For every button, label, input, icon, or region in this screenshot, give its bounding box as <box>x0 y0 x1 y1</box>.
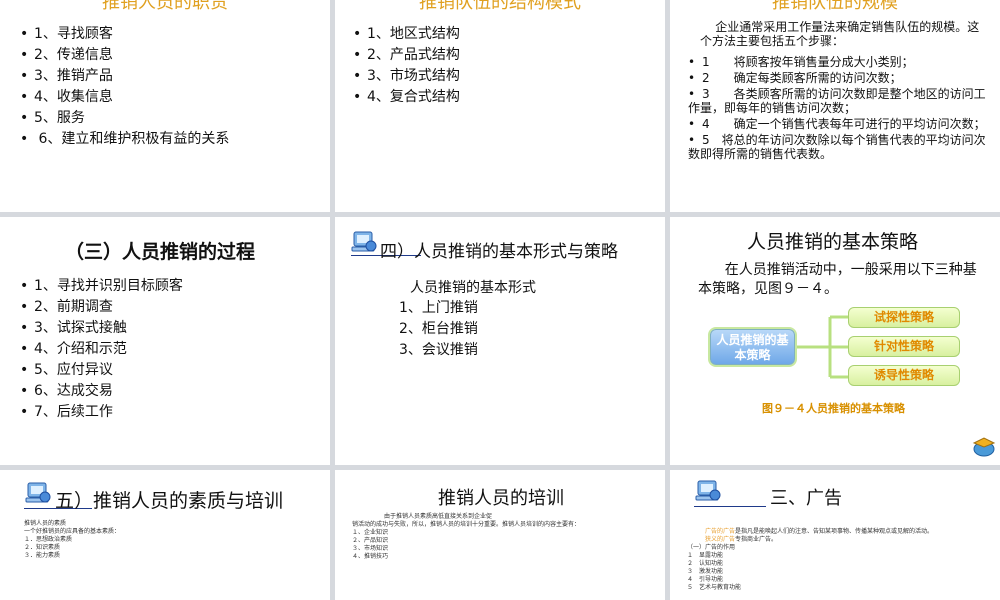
list-item: 3、会议推销 <box>399 342 478 358</box>
slide-title: 推销人员的培训 <box>438 488 564 509</box>
list-item: • 3、市场式结构 <box>353 68 460 84</box>
forms-list: 1、上门推销 2、柜台推销 3、会议推销 <box>399 298 478 361</box>
list-item: • 3、推销产品 <box>20 68 113 84</box>
list-item: 1、上门推销 <box>399 300 478 316</box>
list-item: • 6、建立和维护积极有益的关系 <box>20 131 230 147</box>
list-item: • 6、达成交易 <box>20 383 113 399</box>
slide-selling-forms[interactable]: 四）人员推销的基本形式与策略 人员推销的基本形式 1、上门推销 2、柜台推销 3… <box>335 217 665 465</box>
strategy-option-box: 诱导性策略 <box>848 365 960 386</box>
slide-training[interactable]: 推销人员的培训 由于推销人员素质高低直接关系到企业促 销活动的成功与失败，所以，… <box>335 470 665 600</box>
process-list: • 1、寻找并识别目标顾客 • 2、前期调查 • 3、试探式接触 • 4、介绍和示范 •… <box>20 276 183 423</box>
slide-title: 三、广告 <box>770 488 842 509</box>
body-text: 广告的广告是指凡是能唤起人们的注意、告知某项事物、传播某种观点或见解的活动。 狭… <box>687 528 934 591</box>
list-item: • 4、复合式结构 <box>353 89 460 105</box>
computer-globe-icon <box>351 231 377 252</box>
list-item: • 5、应付异议 <box>20 362 113 378</box>
list-item: • 1、地区式结构 <box>353 26 460 42</box>
slide-title: 推销人员的职责 <box>102 0 228 13</box>
list-item: • 2 确定每类顾客所需的访问次数； <box>688 71 902 85</box>
slide-selling-process[interactable]: （三）人员推销的过程 • 1、寻找并识别目标顾客 • 2、前期调查 • 3、试探式接触… <box>0 217 330 465</box>
list-item: • 5、服务 <box>20 110 85 126</box>
slide-title: 推销队伍的规模 <box>772 0 898 13</box>
body-text: 由于推销人员素质高低直接关系到企业促 销活动的成功与失败，所以，推销人员的培训十… <box>352 513 581 560</box>
intro-text: 企业通常采用工作量法来确定销售队伍的规模。这个方法主要包括五个步骤： <box>700 20 980 48</box>
body-text: 推销人员的素质 一个好推销员的应具备的基本素质： １．思想政治素质 ２．知识素质… <box>24 520 121 559</box>
strategy-option-box: 试探性策略 <box>848 307 960 328</box>
list-item: 2、柜台推销 <box>399 321 478 337</box>
title-underline <box>694 506 766 507</box>
computer-globe-icon <box>695 480 721 501</box>
slide-sales-duties[interactable]: 推销人员的职责 • 1、寻找顾客 • 2、传递信息 • 3、推销产品 • 4、收集信息 … <box>0 0 330 212</box>
slide-title: （三）人员推销的过程 <box>65 241 256 263</box>
steps-list: • 1 将顾客按年销售量分成大小类别； • 2 确定每类顾客所需的访问次数； • 3 … <box>688 55 990 163</box>
list-item: • 5 将总的年访问次数除以每个销售代表的平均访问次数即得所需的销售代表数。 <box>688 133 986 161</box>
list-item: • 1、寻找顾客 <box>20 26 113 42</box>
slide-quality-training[interactable]: 五）推销人员的素质与培训 推销人员的素质 一个好推销员的应具备的基本素质： １．… <box>0 470 330 600</box>
slide-advertising[interactable]: 三、广告 广告的广告是指凡是能唤起人们的注意、告知某项事物、传播某种观点或见解的… <box>670 470 1000 600</box>
list-item: • 2、传递信息 <box>20 47 113 63</box>
list-item: • 4 确定一个销售代表每年可进行的平均访问次数； <box>688 117 986 131</box>
figure-caption: 图９－４人员推销的基本策略 <box>762 402 905 415</box>
structure-list: • 1、地区式结构 • 2、产品式结构 • 3、市场式结构 • 4、复合式结构 <box>353 24 460 108</box>
computer-globe-icon <box>25 482 51 503</box>
strategy-option-box: 针对性策略 <box>848 336 960 357</box>
slide-title: 四）人员推销的基本形式与策略 <box>380 242 618 262</box>
list-item: • 2、前期调查 <box>20 299 113 315</box>
slide-team-structure[interactable]: 推销队伍的结构模式 • 1、地区式结构 • 2、产品式结构 • 3、市场式结构 • 4、… <box>335 0 665 212</box>
list-item: • 2、产品式结构 <box>353 47 460 63</box>
duty-list: • 1、寻找顾客 • 2、传递信息 • 3、推销产品 • 4、收集信息 • 5、服务 • … <box>20 24 229 150</box>
slide-title: 五）推销人员的素质与培训 <box>55 490 284 512</box>
list-item: • 7、后续工作 <box>20 404 113 420</box>
strategy-center-box: 人员推销的基本策略 <box>710 329 795 365</box>
slide-team-size[interactable]: 推销队伍的规模 企业通常采用工作量法来确定销售队伍的规模。这个方法主要包括五个步… <box>670 0 1000 212</box>
slide-basic-strategy[interactable]: 人员推销的基本策略 在人员推销活动中，一般采用以下三种基本策略，见图９－４。 人… <box>670 217 1000 465</box>
list-item: • 4、收集信息 <box>20 89 113 105</box>
list-item: • 1 将顾客按年销售量分成大小类别； <box>688 55 914 69</box>
list-item: • 4、介绍和示范 <box>20 341 127 357</box>
list-item: • 3、试探式接触 <box>20 320 127 336</box>
list-item: • 1、寻找并识别目标顾客 <box>20 278 183 294</box>
graduation-cap-icon[interactable] <box>972 435 996 457</box>
subheading: 人员推销的基本形式 <box>410 280 536 296</box>
slide-title: 推销队伍的结构模式 <box>419 0 581 13</box>
list-item: • 3 各类顾客所需的访问次数即是整个地区的访问工作量，即每年的销售访问次数； <box>688 87 986 115</box>
